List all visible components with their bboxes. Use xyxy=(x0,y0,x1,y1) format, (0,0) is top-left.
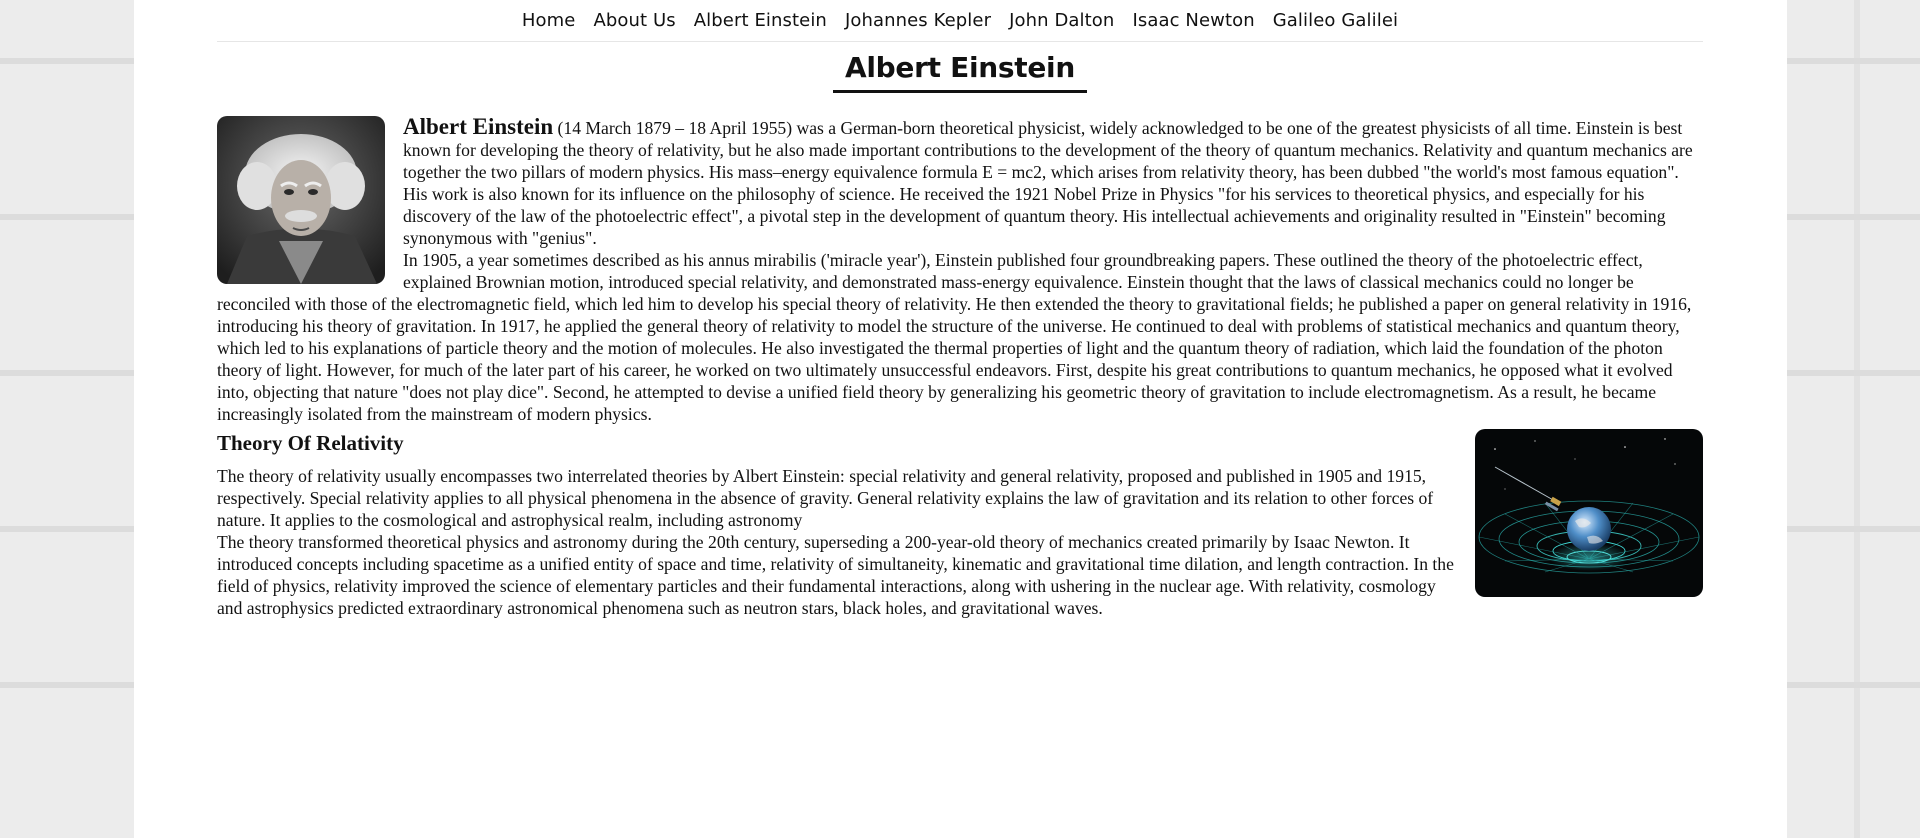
intro-name: Albert Einstein xyxy=(403,114,554,139)
nav-item-home[interactable]: Home xyxy=(522,10,576,31)
content-wrapper: Home About Us Albert Einstein Johannes K… xyxy=(217,0,1703,619)
intro-paragraph-2: In 1905, a year sometimes described as h… xyxy=(217,250,1692,424)
main-content: Albert Einstein (14 March 1879 – 18 Apri… xyxy=(217,114,1703,619)
page-title: Albert Einstein xyxy=(833,51,1087,93)
nav-item-albert-einstein[interactable]: Albert Einstein xyxy=(694,10,827,31)
top-navigation: Home About Us Albert Einstein Johannes K… xyxy=(217,0,1703,42)
relativity-image xyxy=(1475,429,1703,597)
nav-item-johannes-kepler[interactable]: Johannes Kepler xyxy=(845,10,991,31)
nav-item-about-us[interactable]: About Us xyxy=(593,10,675,31)
intro-text-1: (14 March 1879 – 18 April 1955) was a Ge… xyxy=(403,118,1693,248)
intro-paragraph-1: Albert Einstein (14 March 1879 – 18 Apri… xyxy=(217,114,1703,249)
nav-item-john-dalton[interactable]: John Dalton xyxy=(1009,10,1114,31)
einstein-portrait-image xyxy=(217,116,385,284)
relativity-section: Theory Of Relativity The theory of relat… xyxy=(217,425,1703,619)
nav-item-isaac-newton[interactable]: Isaac Newton xyxy=(1132,10,1254,31)
nav-item-galileo-galilei[interactable]: Galileo Galilei xyxy=(1273,10,1398,31)
title-wrapper: Albert Einstein xyxy=(217,51,1703,93)
page-container: Home About Us Albert Einstein Johannes K… xyxy=(134,0,1787,838)
